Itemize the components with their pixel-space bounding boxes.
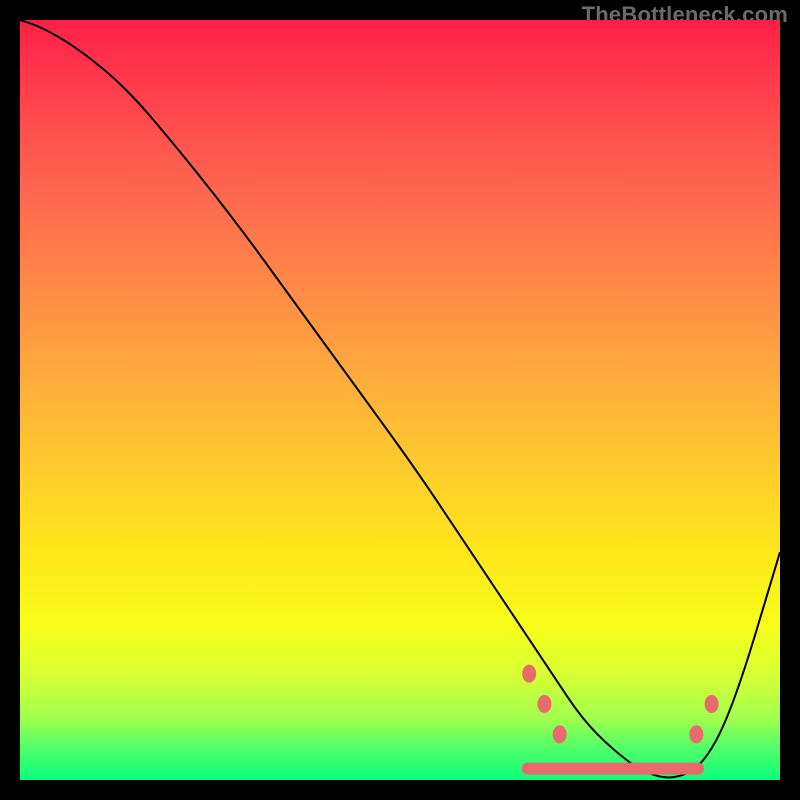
chart-gradient-background (20, 20, 780, 780)
chart-frame: TheBottleneck.com (0, 0, 800, 800)
